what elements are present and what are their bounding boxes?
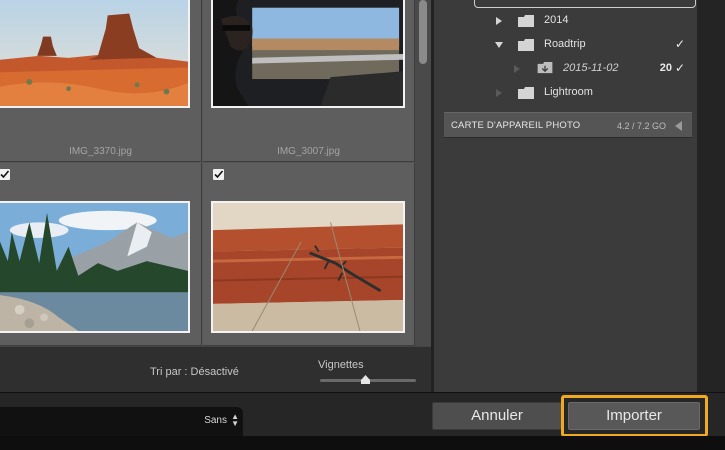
folder-icon xyxy=(518,87,534,99)
photo-thumbnail-car[interactable] xyxy=(211,0,405,108)
source-panel: 2014 Roadtrip ✓ 2015-11-02 20 ✓ Lightroo… xyxy=(431,0,697,392)
device-storage: 4.2 / 7.2 GO xyxy=(616,121,666,131)
tree-item-roadtrip[interactable]: Roadtrip ✓ xyxy=(440,34,692,56)
folder-tree-selected-root[interactable] xyxy=(474,0,696,8)
photo-cell[interactable] xyxy=(203,163,415,346)
cancel-button[interactable]: Annuler xyxy=(432,402,562,430)
photo-cell[interactable]: IMG_3370.jpg xyxy=(0,0,202,162)
photo-grid: IMG_3370.jpg IMG_3007.jpg xyxy=(0,0,420,346)
photo-thumbnail-lizard[interactable] xyxy=(211,201,405,333)
expand-triangle-icon xyxy=(496,89,502,97)
panel-edge xyxy=(697,0,725,392)
import-preset-selector[interactable]: Sans ▲ ▼ xyxy=(0,407,243,437)
collapse-triangle-icon[interactable] xyxy=(495,42,503,48)
grid-scrollbar[interactable] xyxy=(415,0,431,346)
thumbnails-label: Vignettes xyxy=(318,359,364,371)
grid-toolbar: Tri par : Désactivé Vignettes xyxy=(0,346,431,392)
folder-icon xyxy=(518,39,534,51)
photo-cell[interactable] xyxy=(0,163,202,346)
window-bottom-edge xyxy=(0,436,725,450)
photo-thumbnail-desert[interactable] xyxy=(0,0,190,108)
scrollbar-thumb[interactable] xyxy=(419,0,427,64)
expand-triangle-icon xyxy=(514,65,520,73)
photo-count: 20 xyxy=(659,62,672,74)
include-checkbox[interactable] xyxy=(0,169,10,180)
device-title: CARTE D'APPAREIL PHOTO xyxy=(451,120,581,131)
photo-cell[interactable]: IMG_3007.jpg xyxy=(203,0,415,162)
tree-item-label: 2014 xyxy=(544,14,569,26)
device-section-header[interactable]: CARTE D'APPAREIL PHOTO 4.2 / 7.2 GO xyxy=(444,112,692,138)
collapse-triangle-icon[interactable] xyxy=(675,121,682,131)
include-checkbox[interactable] xyxy=(213,169,224,180)
checkmark-icon[interactable]: ✓ xyxy=(675,37,685,51)
photo-filename: IMG_3370.jpg xyxy=(69,146,132,157)
folder-download-icon xyxy=(537,62,553,74)
tree-item-2015-11-02[interactable]: 2015-11-02 20 ✓ xyxy=(440,58,692,80)
folder-icon xyxy=(518,15,534,27)
updown-arrows-icon: ▲ ▼ xyxy=(231,412,239,428)
checkmark-icon[interactable]: ✓ xyxy=(675,61,685,75)
tree-item-label: Roadtrip xyxy=(544,38,586,50)
folder-tree: 2014 Roadtrip ✓ 2015-11-02 20 ✓ Lightroo… xyxy=(440,0,696,112)
photo-thumbnail-lake[interactable] xyxy=(0,201,190,333)
expand-triangle-icon[interactable] xyxy=(496,17,502,25)
import-button-highlight xyxy=(561,395,708,437)
photo-filename: IMG_3007.jpg xyxy=(277,146,340,157)
preset-value: Sans xyxy=(204,415,227,426)
tree-item-label: Lightroom xyxy=(544,86,593,98)
slider-handle[interactable] xyxy=(361,375,371,384)
tree-item-2014[interactable]: 2014 xyxy=(440,10,692,32)
sort-control[interactable]: Tri par : Désactivé xyxy=(150,366,239,378)
tree-item-lightroom[interactable]: Lightroom xyxy=(440,82,692,104)
tree-item-label: 2015-11-02 xyxy=(563,62,619,74)
